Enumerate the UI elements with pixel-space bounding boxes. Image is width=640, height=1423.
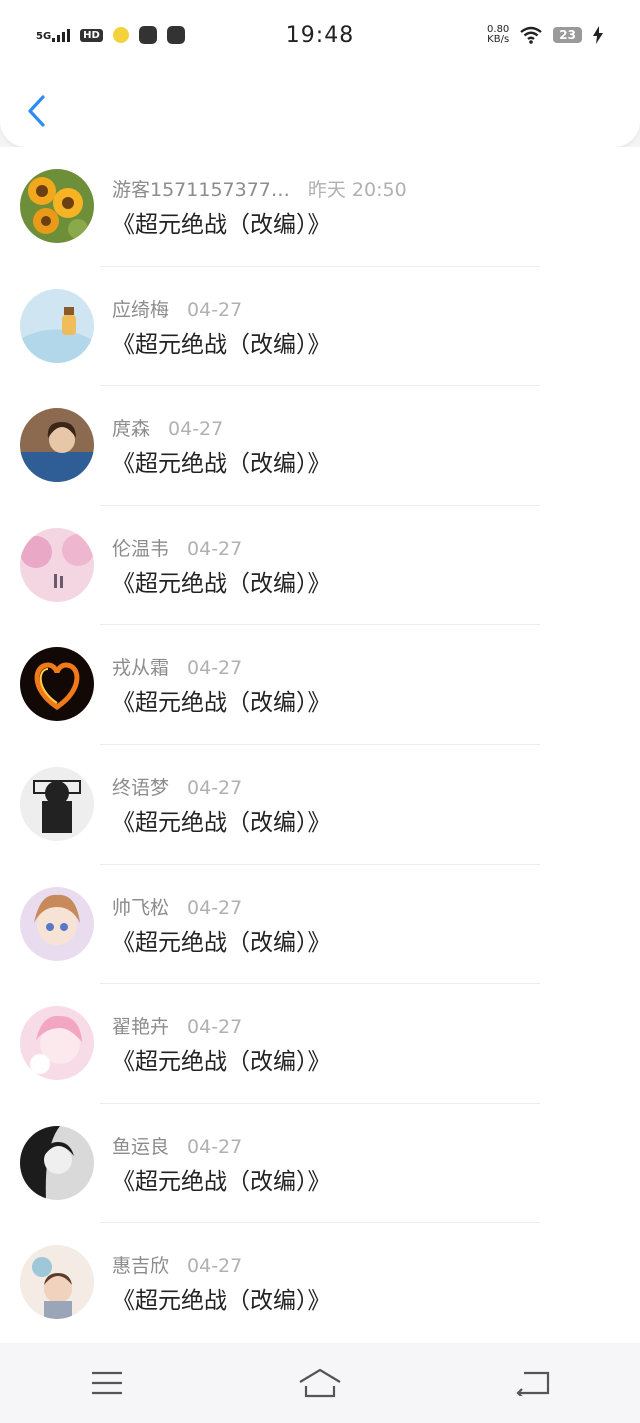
item-title: 《超元绝战（改编）》 <box>112 212 331 238</box>
timestamp: 04-27 <box>187 657 243 680</box>
list-item[interactable]: 鱼运良 04-27 《超元绝战（改编）》 <box>0 1104 640 1224</box>
timestamp: 04-27 <box>168 418 224 441</box>
back-icon <box>516 1371 550 1396</box>
item-title: 《超元绝战（改编）》 <box>112 1288 331 1315</box>
home-icon <box>299 1368 341 1398</box>
wifi-icon <box>520 26 543 44</box>
system-nav-bar <box>0 1343 640 1423</box>
timestamp: 04-27 <box>187 1016 243 1039</box>
back-nav-button[interactable] <box>503 1358 563 1408</box>
list-item[interactable]: 游客1571157377… 昨天 20:50 《超元绝战（改编）》 <box>0 147 640 267</box>
item-meta: 鱼运良 04-27 <box>112 1132 242 1159</box>
home-button[interactable] <box>290 1358 350 1408</box>
menu-button[interactable] <box>77 1358 137 1408</box>
list-item[interactable]: 终语梦 04-27 《超元绝战（改编）》 <box>0 745 640 865</box>
item-meta: 庹森 04-27 <box>112 414 223 441</box>
list-item[interactable]: 伦温韦 04-27 《超元绝战（改编）》 <box>0 506 640 626</box>
user-name: 戎从霜 <box>112 657 170 680</box>
user-name: 游客1571157377… <box>112 179 290 201</box>
item-meta: 惠吉欣 04-27 <box>112 1251 242 1278</box>
item-meta: 帅飞松 04-27 <box>112 893 242 920</box>
item-title: 《超元绝战（改编）》 <box>112 570 331 597</box>
list-item[interactable]: 庹森 04-27 《超元绝战（改编）》 <box>0 386 640 506</box>
avatar[interactable] <box>20 1245 94 1320</box>
item-title: 《超元绝战（改编）》 <box>112 331 331 358</box>
notification-app-icon-3 <box>166 26 185 44</box>
speed-unit: KB/s <box>487 34 510 45</box>
user-name: 伦温韦 <box>112 537 170 560</box>
chevron-left-icon <box>28 95 45 127</box>
menu-icon <box>91 1371 122 1395</box>
signal-icon <box>52 28 71 42</box>
timestamp: 昨天 20:50 <box>307 179 407 201</box>
item-title: 《超元绝战（改编）》 <box>112 1168 331 1195</box>
avatar[interactable] <box>20 408 94 483</box>
user-name: 帅飞松 <box>112 896 170 919</box>
timestamp: 04-27 <box>187 1135 243 1158</box>
hd-badge: HD <box>80 28 103 42</box>
avatar[interactable] <box>20 1125 94 1200</box>
list-item[interactable]: 帅飞松 04-27 《超元绝战（改编）》 <box>0 865 640 985</box>
network-label: 5G <box>36 31 52 42</box>
user-name: 鱼运良 <box>112 1135 170 1158</box>
item-title: 《超元绝战（改编）》 <box>112 451 331 478</box>
item-title: 《超元绝战（改编）》 <box>112 929 331 956</box>
avatar[interactable] <box>20 527 94 602</box>
item-meta: 伦温韦 04-27 <box>112 534 242 561</box>
item-meta: 应绮梅 04-27 <box>112 295 242 322</box>
avatar[interactable] <box>20 169 94 243</box>
comment-list: 游客1571157377… 昨天 20:50 《超元绝战（改编）》 应绮梅 04-27 《… <box>0 147 640 1343</box>
network-indicator: 5G <box>36 28 71 42</box>
user-name: 应绮梅 <box>112 298 170 321</box>
user-name: 惠吉欣 <box>112 1255 170 1278</box>
battery-level: 23 <box>553 27 582 43</box>
avatar[interactable] <box>20 288 94 363</box>
timestamp: 04-27 <box>187 537 243 560</box>
user-name: 庹森 <box>112 418 151 441</box>
item-title: 《超元绝战（改编）》 <box>112 809 331 836</box>
user-name: 终语梦 <box>112 776 170 799</box>
notification-app-icon-2 <box>138 26 157 44</box>
avatar[interactable] <box>20 886 94 961</box>
user-name: 翟艳卉 <box>112 1016 170 1039</box>
network-speed: 0.80 KB/s <box>487 25 509 45</box>
timestamp: 04-27 <box>187 1255 243 1278</box>
list-item[interactable]: 戎从霜 04-27 《超元绝战（改编）》 <box>0 625 640 745</box>
list-item[interactable]: 惠吉欣 04-27 《超元绝战（改编）》 <box>0 1223 640 1343</box>
notification-app-icon <box>112 27 129 43</box>
avatar[interactable] <box>20 766 94 841</box>
timestamp: 04-27 <box>187 298 243 321</box>
timestamp: 04-27 <box>187 776 243 799</box>
item-title: 《超元绝战（改编）》 <box>112 690 331 717</box>
status-bar: 5G HD 19:48 0.80 KB/s 23 <box>0 0 640 70</box>
avatar[interactable] <box>20 647 94 722</box>
item-meta: 游客1571157377… 昨天 20:50 <box>112 175 407 202</box>
avatar[interactable] <box>20 1006 94 1081</box>
item-meta: 终语梦 04-27 <box>112 773 242 800</box>
list-item[interactable]: 应绮梅 04-27 《超元绝战（改编）》 <box>0 267 640 387</box>
charging-icon <box>593 26 603 44</box>
item-title: 《超元绝战（改编）》 <box>112 1049 331 1076</box>
list-item[interactable]: 翟艳卉 04-27 《超元绝战（改编）》 <box>0 984 640 1104</box>
item-meta: 翟艳卉 04-27 <box>112 1012 242 1039</box>
timestamp: 04-27 <box>187 896 243 919</box>
item-meta: 戎从霜 04-27 <box>112 653 242 680</box>
back-button[interactable] <box>20 90 52 132</box>
